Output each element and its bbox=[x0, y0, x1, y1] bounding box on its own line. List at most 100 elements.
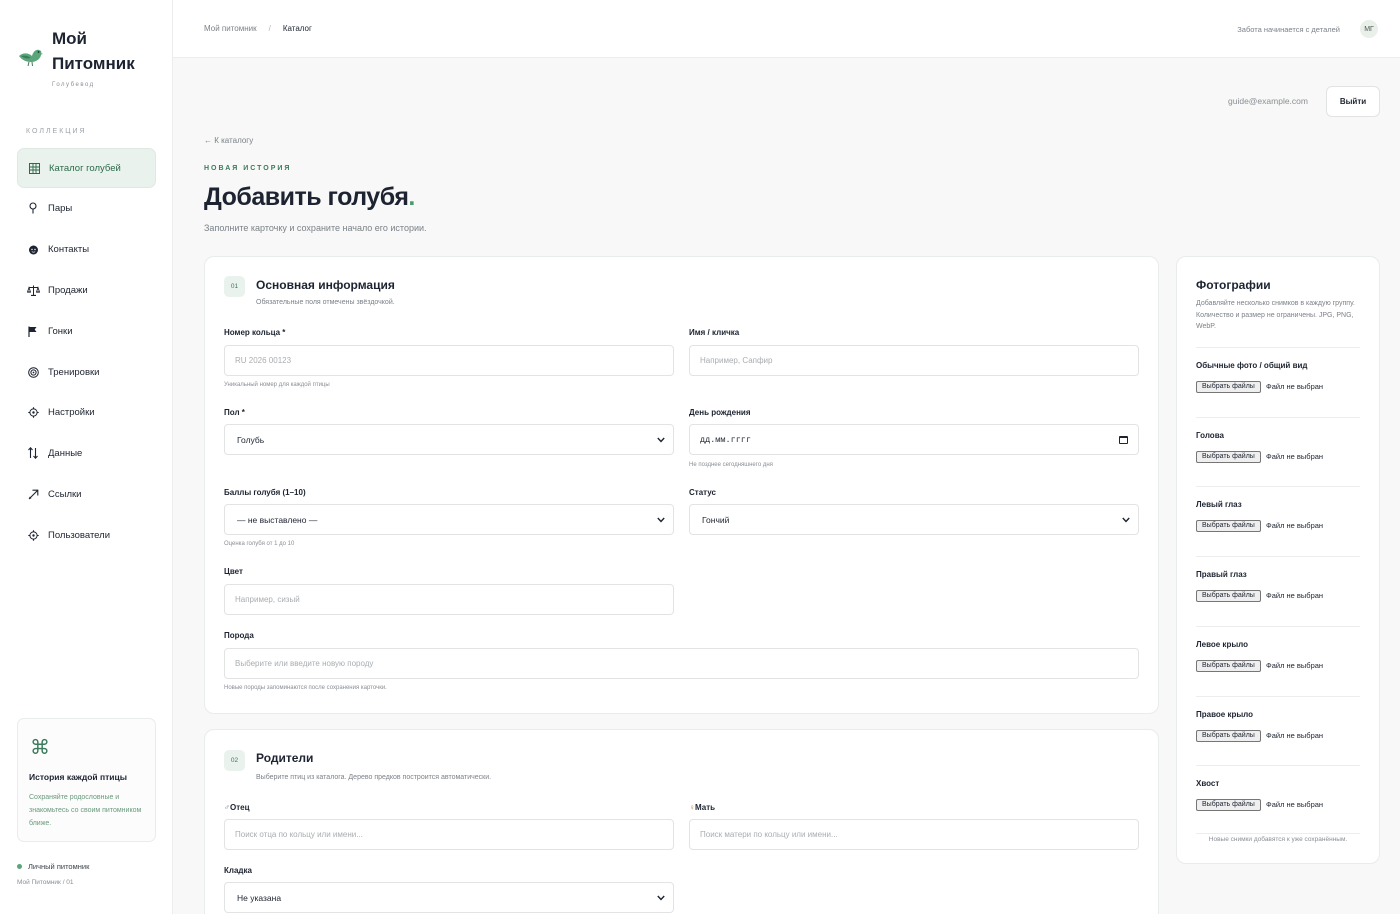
clutch-label: Кладка bbox=[224, 866, 252, 875]
choose-files-button[interactable]: Выбрать файлы bbox=[1196, 729, 1261, 742]
photo-group-divider bbox=[1196, 556, 1360, 558]
kennel-label: Личный питомник bbox=[28, 862, 90, 871]
chevron-down-icon bbox=[657, 515, 665, 525]
choose-files-button[interactable]: Выбрать файлы bbox=[1196, 381, 1261, 393]
ring-number-hint: Уникальный номер для каждой птицы bbox=[224, 382, 330, 388]
name-input[interactable] bbox=[689, 345, 1139, 376]
sidebar-item-label: Настройки bbox=[48, 406, 95, 418]
birthday-date-input[interactable]: дд.мм.гггг bbox=[689, 424, 1139, 455]
chevron-down-icon bbox=[657, 893, 665, 903]
users-icon bbox=[26, 528, 40, 542]
birthday-value: дд.мм.гггг bbox=[700, 434, 752, 445]
sidebar-item-label: Пользователи bbox=[48, 529, 111, 541]
section-title: Родители bbox=[256, 751, 314, 765]
pigeon-logo-icon bbox=[19, 49, 43, 67]
score-select[interactable]: — не выставлено — bbox=[224, 504, 674, 535]
sidebar-item-trainings[interactable]: Тренировки bbox=[17, 352, 156, 392]
scale-icon bbox=[26, 283, 40, 297]
choose-files-button[interactable]: Выбрать файлы bbox=[1196, 590, 1261, 603]
brand-logo[interactable]: Мой Питомник Голубевод bbox=[17, 28, 167, 92]
sidebar-item-contacts[interactable]: Контакты bbox=[17, 229, 156, 269]
logout-button[interactable]: Выйти bbox=[1326, 86, 1380, 117]
sidebar-item-pairs[interactable]: Пары bbox=[17, 188, 156, 228]
file-status-text: Файл не выбран bbox=[1266, 451, 1324, 461]
breadcrumb-current: Каталог bbox=[282, 24, 312, 33]
sex-label: Пол * bbox=[224, 408, 245, 417]
file-status-text: Файл не выбран bbox=[1266, 800, 1324, 810]
photo-group-label: Правый глаз bbox=[1196, 570, 1247, 580]
clutch-select[interactable]: Не указана bbox=[224, 882, 674, 913]
section-title: Основная информация bbox=[256, 278, 395, 292]
photos-footer: Новые снимки добавятся к уже сохранённым… bbox=[1208, 836, 1348, 843]
breadcrumb-separator: / bbox=[268, 24, 271, 33]
choose-files-button[interactable]: Выбрать файлы bbox=[1196, 799, 1261, 812]
flag-icon bbox=[26, 324, 40, 338]
choose-files-button[interactable]: Выбрать файлы bbox=[1196, 520, 1261, 533]
chevron-down-icon bbox=[1122, 515, 1130, 525]
chevron-down-icon bbox=[657, 435, 665, 445]
status-label: Статус bbox=[689, 488, 716, 497]
file-status-text: Файл не выбран bbox=[1266, 521, 1324, 531]
page-subtitle: Заполните карточку и сохраните начало ег… bbox=[204, 223, 427, 233]
score-select-value: — не выставлено — bbox=[237, 514, 318, 525]
sidebar-item-settings[interactable]: Настройки bbox=[17, 392, 156, 432]
photo-group-divider bbox=[1196, 416, 1360, 418]
photo-group-label: Хвост bbox=[1196, 779, 1220, 789]
status-select-value: Гончий bbox=[702, 514, 730, 525]
section-subtitle: Обязательные поля отмечены звёздочкой. bbox=[256, 299, 395, 306]
birthday-hint: Не позднее сегодняшнего дня bbox=[689, 462, 773, 468]
ring-number-label: Номер кольца * bbox=[224, 328, 286, 337]
name-label: Имя / кличка bbox=[689, 328, 740, 337]
gear-icon bbox=[26, 405, 40, 419]
color-label: Цвет bbox=[224, 567, 243, 576]
section-number-badge: 01 bbox=[224, 276, 245, 297]
avatar[interactable]: МГ bbox=[1360, 20, 1378, 38]
choose-files-button[interactable]: Выбрать файлы bbox=[1196, 450, 1261, 463]
sidebar-item-sales[interactable]: Продажи bbox=[17, 270, 156, 310]
photo-group-divider bbox=[1196, 625, 1360, 627]
score-hint: Оценка голубя от 1 до 10 bbox=[224, 541, 295, 547]
color-input[interactable] bbox=[224, 584, 674, 615]
promo-title: История каждой птицы bbox=[29, 772, 128, 782]
sidebar-item-links[interactable]: Ссылки bbox=[17, 474, 156, 514]
photos-description: Добавляйте несколько снимков в каждую гр… bbox=[1196, 300, 1355, 330]
breadcrumb: Мой питомник / Каталог bbox=[204, 24, 312, 33]
sex-select[interactable]: Голубь bbox=[224, 424, 674, 455]
sidebar-item-label: Пары bbox=[48, 202, 73, 214]
calendar-icon[interactable] bbox=[1119, 435, 1128, 444]
grid-icon bbox=[27, 161, 41, 175]
page-eyebrow: НОВАЯ ИСТОРИЯ bbox=[204, 165, 292, 172]
sidebar-item-users[interactable]: Пользователи bbox=[17, 515, 156, 555]
link-arrow-icon bbox=[26, 487, 40, 501]
sidebar-item-data[interactable]: Данные bbox=[17, 433, 156, 473]
choose-files-button[interactable]: Выбрать файлы bbox=[1196, 659, 1261, 672]
breadcrumb-root[interactable]: Мой питомник bbox=[204, 24, 257, 33]
sidebar-item-label: Каталог голубей bbox=[49, 162, 121, 174]
file-status-text: Файл не выбран bbox=[1266, 660, 1324, 670]
photo-group-divider bbox=[1196, 347, 1360, 348]
photos-title: Фотографии bbox=[1196, 278, 1271, 292]
sidebar-item-label: Гонки bbox=[48, 325, 73, 337]
breed-label: Порода bbox=[224, 631, 254, 640]
ring-number-input[interactable] bbox=[224, 345, 674, 376]
photo-group-label: Правое крыло bbox=[1196, 709, 1254, 719]
breed-input[interactable] bbox=[224, 648, 1139, 679]
promo-card: ⌘ История каждой птицы Сохраняйте родосл… bbox=[17, 718, 156, 842]
sidebar-item-races[interactable]: Гонки bbox=[17, 311, 156, 351]
photo-group-label: Левое крыло bbox=[1196, 639, 1249, 649]
brand-name: Мой Питомник bbox=[52, 29, 135, 73]
mother-search-input[interactable] bbox=[689, 819, 1139, 850]
score-label: Баллы голубя (1–10) bbox=[224, 488, 306, 497]
photo-group-divider bbox=[1196, 765, 1360, 767]
section-number-badge: 02 bbox=[224, 750, 245, 771]
mother-label: ♀Мать bbox=[689, 803, 716, 812]
status-select[interactable]: Гончий bbox=[689, 504, 1139, 535]
photo-group-divider bbox=[1196, 832, 1360, 834]
back-to-catalog-link[interactable]: ← К каталогу bbox=[204, 136, 253, 145]
sidebar-item-catalog[interactable]: Каталог голубей bbox=[17, 148, 156, 188]
breed-hint: Новые породы запоминаются после сохранен… bbox=[224, 685, 387, 691]
sidebar: Мой Питомник Голубевод КОЛЛЕКЦИЯ Каталог… bbox=[0, 0, 173, 914]
section-subtitle: Выберите птиц из каталога. Дерево предко… bbox=[256, 774, 492, 781]
sex-select-value: Голубь bbox=[237, 434, 265, 445]
father-search-input[interactable] bbox=[224, 819, 674, 850]
